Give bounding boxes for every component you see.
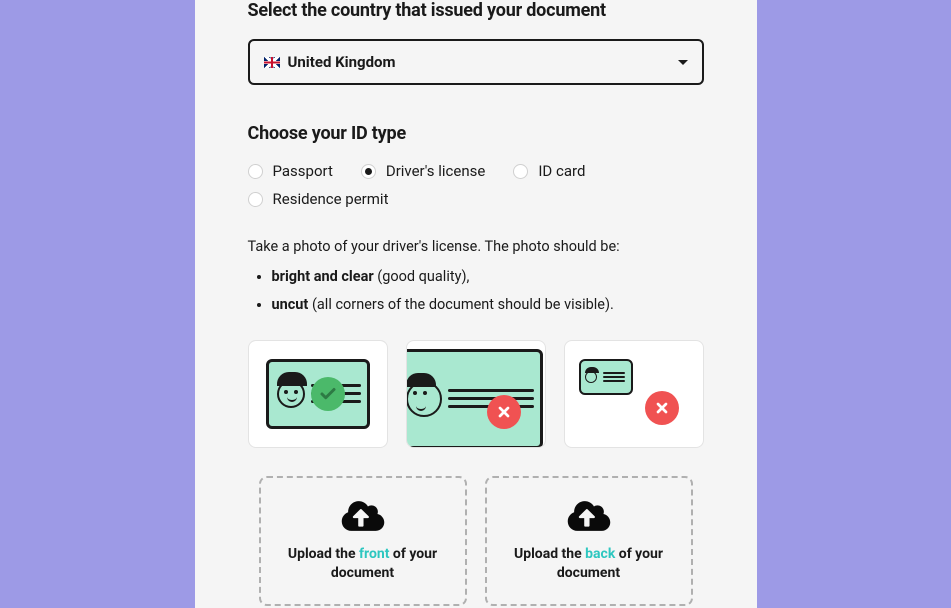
requirement-strong: uncut: [272, 296, 309, 313]
radio-label: Residence permit: [273, 190, 389, 208]
country-select[interactable]: United Kingdom: [248, 39, 704, 85]
requirement-strong: bright and clear: [272, 268, 374, 285]
verification-card: Select the country that issued your docu…: [214, 0, 738, 606]
verification-panel: Select the country that issued your docu…: [195, 0, 757, 608]
cloud-upload-icon: [567, 499, 611, 533]
cloud-upload-icon: [341, 499, 385, 533]
upload-back-label: Upload the back of your document: [501, 545, 677, 583]
upload-back[interactable]: Upload the back of your document: [485, 476, 693, 606]
text-lines-icon: [603, 370, 625, 385]
face-icon: [406, 381, 442, 417]
requirement-item: uncut (all corners of the document shoul…: [272, 292, 704, 318]
radio-label: Driver's license: [386, 162, 485, 180]
radio-label: Passport: [273, 162, 333, 180]
requirement-item: bright and clear (good quality),: [272, 264, 704, 290]
radio-icon: [248, 192, 263, 207]
chevron-down-icon: [678, 60, 688, 65]
example-too-small: [564, 340, 704, 448]
check-icon: [311, 377, 345, 411]
face-icon: [585, 371, 597, 383]
cross-icon: [645, 391, 679, 425]
upload-front[interactable]: Upload the front of your document: [259, 476, 467, 606]
photo-examples: [248, 340, 704, 448]
radio-icon: [513, 164, 528, 179]
photo-requirements-list: bright and clear (good quality), uncut (…: [272, 264, 704, 318]
country-selected-label: United Kingdom: [288, 53, 396, 71]
idtype-heading: Choose your ID type: [248, 123, 704, 144]
radio-id-card[interactable]: ID card: [513, 162, 585, 180]
country-heading: Select the country that issued your docu…: [248, 0, 704, 21]
photo-instruction: Take a photo of your driver's license. T…: [248, 236, 704, 258]
radio-label: ID card: [538, 162, 585, 180]
face-icon: [277, 380, 305, 408]
requirement-rest: (good quality),: [374, 268, 470, 285]
upload-front-label: Upload the front of your document: [275, 545, 451, 583]
id-card-illustration: [406, 349, 543, 448]
radio-passport[interactable]: Passport: [248, 162, 333, 180]
radio-icon: [361, 164, 376, 179]
radio-residence-permit[interactable]: Residence permit: [248, 190, 704, 208]
requirement-rest: (all corners of the document should be v…: [308, 296, 614, 313]
example-good: [248, 340, 388, 448]
radio-drivers-license[interactable]: Driver's license: [361, 162, 485, 180]
radio-icon: [248, 164, 263, 179]
id-card-illustration: [579, 359, 633, 395]
upload-row: Upload the front of your document Upload…: [248, 476, 704, 606]
cross-icon: [487, 395, 521, 429]
example-cropped: [406, 340, 546, 448]
uk-flag-icon: [264, 57, 280, 68]
idtype-radio-group: Passport Driver's license ID card Reside…: [248, 162, 704, 208]
